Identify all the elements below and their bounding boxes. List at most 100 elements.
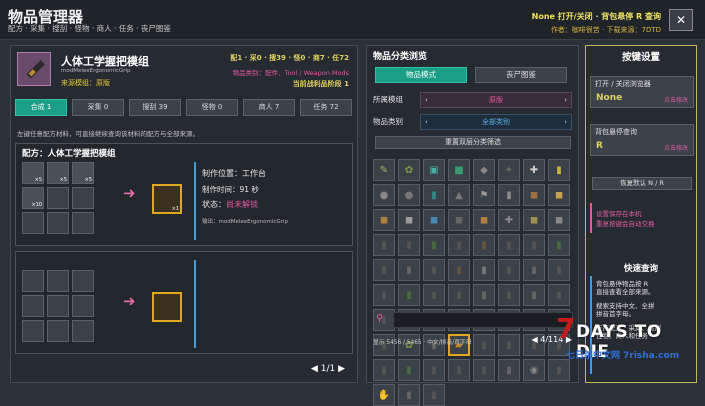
item-cell[interactable]: ▮	[398, 284, 420, 306]
item-cell[interactable]: ▮	[498, 184, 520, 206]
tab-monster[interactable]: 怪物 0	[186, 99, 238, 116]
item-cell[interactable]: ◼	[373, 209, 395, 231]
item-cell[interactable]: ◼	[423, 209, 445, 231]
item-cell[interactable]: ▮	[398, 259, 420, 281]
item-cell[interactable]: ▮	[498, 359, 520, 381]
item-cell[interactable]: ▮	[448, 284, 470, 306]
item-cell[interactable]: ▮	[448, 359, 470, 381]
mode-items-button[interactable]: 物品模式	[375, 67, 467, 83]
chevron-left-icon[interactable]: ‹	[425, 93, 428, 107]
item-cell[interactable]: ✋	[373, 384, 395, 406]
item-cell[interactable]: ◼	[448, 209, 470, 231]
note-save: 设置保存在本机	[596, 210, 642, 218]
tab-quest[interactable]: 任务 72	[300, 99, 352, 116]
item-cell[interactable]: ▮	[548, 284, 570, 306]
output-slot[interactable]	[152, 292, 182, 322]
ingredient-grid	[22, 270, 94, 342]
query-key-setting[interactable]: 背包悬停查询 R 点击修改	[590, 124, 694, 156]
item-cell[interactable]: ▮	[473, 259, 495, 281]
close-button[interactable]: ✕	[669, 9, 693, 31]
item-cell[interactable]: ◼	[548, 209, 570, 231]
item-cell[interactable]: ▮	[498, 284, 520, 306]
item-cell[interactable]: ✦	[498, 159, 520, 181]
module-selector[interactable]: ‹ 原版 ›	[420, 92, 572, 108]
item-cell[interactable]: ▮	[398, 234, 420, 256]
mode-zombies-button[interactable]: 丧尸图鉴	[475, 67, 567, 83]
chevron-left-icon[interactable]: ‹	[425, 115, 428, 129]
prev-icon[interactable]: ◀	[311, 364, 321, 374]
item-cell[interactable]: ▮	[523, 284, 545, 306]
item-cell[interactable]: ▮	[473, 334, 495, 356]
item-cell[interactable]: ◉	[523, 359, 545, 381]
toggle-key-modify[interactable]: 点击修改	[664, 95, 688, 104]
ingredient-slot[interactable]: ×5	[47, 162, 69, 184]
item-cell[interactable]: ▮	[548, 159, 570, 181]
tab-craft[interactable]: 合成 1	[15, 99, 67, 116]
tab-trader[interactable]: 商人 7	[243, 99, 295, 116]
next-icon[interactable]: ▶	[335, 364, 345, 374]
arrow-right-icon: ➜	[123, 292, 136, 310]
chevron-right-icon[interactable]: ›	[564, 93, 567, 107]
item-cell[interactable]: ▮	[448, 259, 470, 281]
item-cell[interactable]: ▮	[548, 259, 570, 281]
item-cell[interactable]: ▮	[523, 234, 545, 256]
query-key-modify[interactable]: 点击修改	[664, 143, 688, 152]
item-cell[interactable]: ◼	[398, 209, 420, 231]
ingredient-slot[interactable]: ×5	[72, 162, 94, 184]
item-cell[interactable]: ▮	[423, 384, 445, 406]
tab-loot[interactable]: 搜刮 39	[129, 99, 181, 116]
item-cell[interactable]: ▮	[373, 234, 395, 256]
item-cell[interactable]: ▮	[423, 184, 445, 206]
item-cell[interactable]: ▮	[498, 259, 520, 281]
toggle-key-setting[interactable]: 打开 / 关闭浏览器 None 点击修改	[590, 76, 694, 108]
recipe-pager[interactable]: ◀ 1/1 ▶	[311, 364, 345, 374]
item-cell[interactable]: ●	[373, 184, 395, 206]
item-cell[interactable]: ◼	[548, 184, 570, 206]
item-cell[interactable]: ✎	[373, 159, 395, 181]
item-cell[interactable]: ▮	[498, 234, 520, 256]
item-cell[interactable]: ▮	[548, 234, 570, 256]
empty-slot	[47, 187, 69, 209]
item-cell[interactable]: ■	[448, 159, 470, 181]
item-cell[interactable]: ▲	[448, 184, 470, 206]
item-cell[interactable]: ▮	[448, 234, 470, 256]
item-cell[interactable]: ▮	[423, 234, 445, 256]
item-cell[interactable]: ◼	[523, 209, 545, 231]
item-cell[interactable]: ▮	[473, 284, 495, 306]
ingredient-slot[interactable]: ×10	[22, 187, 44, 209]
ingredient-count: ×5	[34, 177, 42, 183]
prev-icon[interactable]: ◀	[532, 335, 541, 344]
item-cell[interactable]: ◆	[473, 159, 495, 181]
item-cell[interactable]: ▮	[523, 259, 545, 281]
item-cell[interactable]: ▮	[373, 359, 395, 381]
item-cell[interactable]: ▮	[423, 359, 445, 381]
item-cell[interactable]: ▮	[473, 359, 495, 381]
output-slot[interactable]: ×1	[152, 184, 182, 214]
item-cell[interactable]: ▮	[498, 334, 520, 356]
item-cell[interactable]: ✿	[398, 159, 420, 181]
reset-filter-button[interactable]: 重置双层分类筛选	[375, 136, 571, 149]
search-input[interactable]	[393, 312, 573, 328]
ingredient-count: ×5	[59, 177, 67, 183]
item-cell[interactable]: ✚	[523, 159, 545, 181]
item-cell[interactable]: ▮	[473, 234, 495, 256]
item-cell[interactable]: ▮	[423, 284, 445, 306]
item-cell[interactable]: ▮	[423, 259, 445, 281]
item-cell[interactable]: ✚	[498, 209, 520, 231]
result-count: 显示 5456 / 5465 · 中文/拼音/首字母	[373, 340, 472, 346]
item-cell[interactable]: ▮	[373, 259, 395, 281]
category-value: 全部类别	[482, 118, 510, 126]
chevron-right-icon[interactable]: ›	[564, 115, 567, 129]
tab-harvest[interactable]: 采集 0	[72, 99, 124, 116]
item-cell[interactable]: ⚑	[473, 184, 495, 206]
item-cell[interactable]: ▮	[373, 284, 395, 306]
category-selector[interactable]: ‹ 全部类别 ›	[420, 114, 572, 130]
reset-defaults-button[interactable]: 恢复默认 N / R	[592, 177, 692, 190]
item-cell[interactable]: ▮	[398, 384, 420, 406]
item-cell[interactable]: ◼	[523, 184, 545, 206]
item-cell[interactable]: ●	[398, 184, 420, 206]
item-cell[interactable]: ◼	[473, 209, 495, 231]
item-cell[interactable]: ▣	[423, 159, 445, 181]
item-cell[interactable]: ▮	[398, 359, 420, 381]
ingredient-slot[interactable]: ×5	[22, 162, 44, 184]
